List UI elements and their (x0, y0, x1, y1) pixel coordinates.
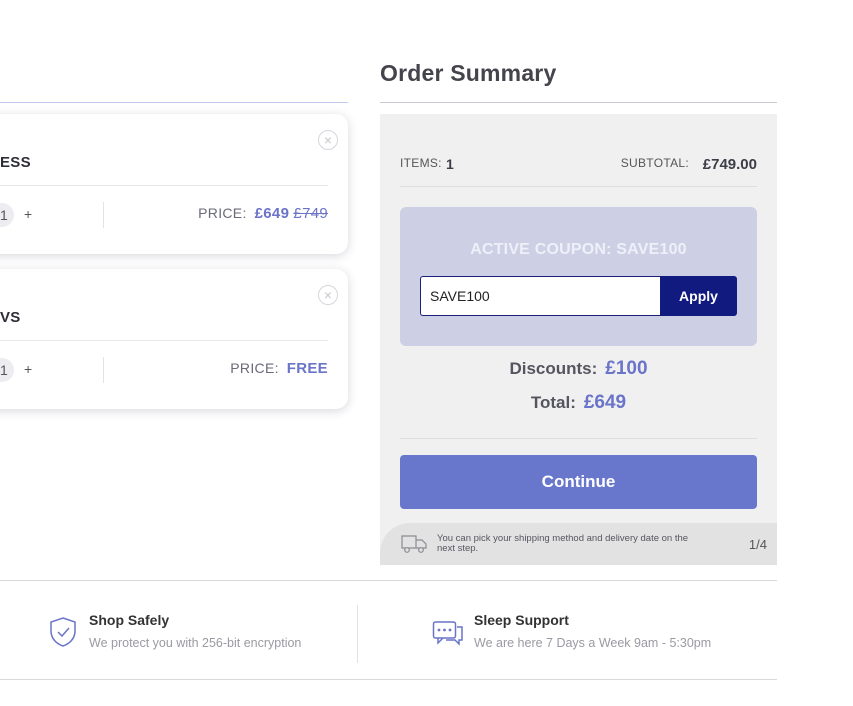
shipping-info-bar: You can pick your shipping method and de… (380, 523, 777, 565)
plus-icon[interactable]: + (24, 361, 32, 377)
vertical-divider (103, 202, 104, 228)
feature-description: We protect you with 256-bit encryption (89, 636, 302, 650)
cart-item-name: VS (0, 309, 21, 326)
footer-top-divider (0, 580, 777, 581)
close-circle-icon[interactable]: × (318, 130, 338, 150)
quantity-stepper: 1 + (0, 357, 40, 383)
cart-item-card: × ESS 1 + PRICE: £649 £749 (0, 114, 348, 254)
cart-item-divider (0, 340, 328, 341)
cart-divider (0, 102, 348, 103)
cart-item-name: ESS (0, 154, 31, 171)
coupon-input[interactable] (420, 276, 661, 316)
cart-item-divider (0, 185, 328, 186)
items-count: 1 (446, 156, 454, 172)
feature-sleep-support: Sleep Support We are here 7 Days a Week … (474, 612, 711, 650)
price-value: FREE (286, 360, 328, 377)
cart-item-price: PRICE: FREE (230, 360, 328, 377)
plus-icon[interactable]: + (24, 206, 32, 222)
total-value: £649 (583, 392, 627, 413)
shipping-note: You can pick your shipping method and de… (437, 533, 689, 554)
quantity-value[interactable]: 1 (0, 358, 14, 382)
quantity-stepper: 1 + (0, 202, 40, 228)
total-label: Total: (530, 393, 576, 412)
old-price: £749 (293, 205, 328, 222)
order-summary-panel: ITEMS: 1 SUBTOTAL: £749.00 ACTIVE COUPON… (380, 114, 777, 565)
feature-description: We are here 7 Days a Week 9am - 5:30pm (474, 636, 712, 650)
page-title: Order Summary (380, 60, 557, 86)
cart-item-card: × VS 1 + PRICE: FREE (0, 269, 348, 409)
active-coupon-title: ACTIVE COUPON: SAVE100 (470, 241, 687, 258)
summary-divider (400, 438, 757, 439)
truck-icon (401, 535, 427, 553)
discounts-value: £100 (605, 358, 648, 379)
total-row: Total: £649 (380, 392, 777, 414)
price-label: PRICE: (230, 360, 279, 376)
pager: 1/4 (748, 537, 767, 552)
footer-vertical-divider (357, 605, 358, 663)
feature-shop-safely: Shop Safely We protect you with 256-bit … (89, 612, 301, 650)
quantity-value[interactable]: 1 (0, 203, 14, 227)
footer-bottom-divider (0, 679, 777, 680)
close-circle-icon[interactable]: × (318, 285, 338, 305)
apply-button[interactable]: Apply (660, 276, 737, 316)
discounts-row: Discounts: £100 (380, 358, 777, 380)
shield-check-icon (50, 617, 76, 647)
subtotal-value: £749.00 (702, 156, 757, 173)
feature-title: Sleep Support (474, 612, 569, 628)
summary-divider (400, 186, 757, 187)
continue-button[interactable]: Continue (400, 455, 757, 509)
coupon-box: ACTIVE COUPON: SAVE100 Apply (400, 207, 757, 346)
title-divider (380, 102, 777, 103)
price-label: PRICE: (198, 205, 247, 221)
feature-title: Shop Safely (89, 612, 170, 628)
price-value: £649 (254, 205, 290, 222)
items-label: ITEMS: (400, 156, 442, 170)
cart-item-price: PRICE: £649 £749 (198, 205, 328, 222)
chat-bubbles-icon (432, 621, 463, 646)
subtotal-label: SUBTOTAL: (620, 156, 689, 170)
discounts-label: Discounts: (509, 359, 598, 378)
vertical-divider (103, 357, 104, 383)
